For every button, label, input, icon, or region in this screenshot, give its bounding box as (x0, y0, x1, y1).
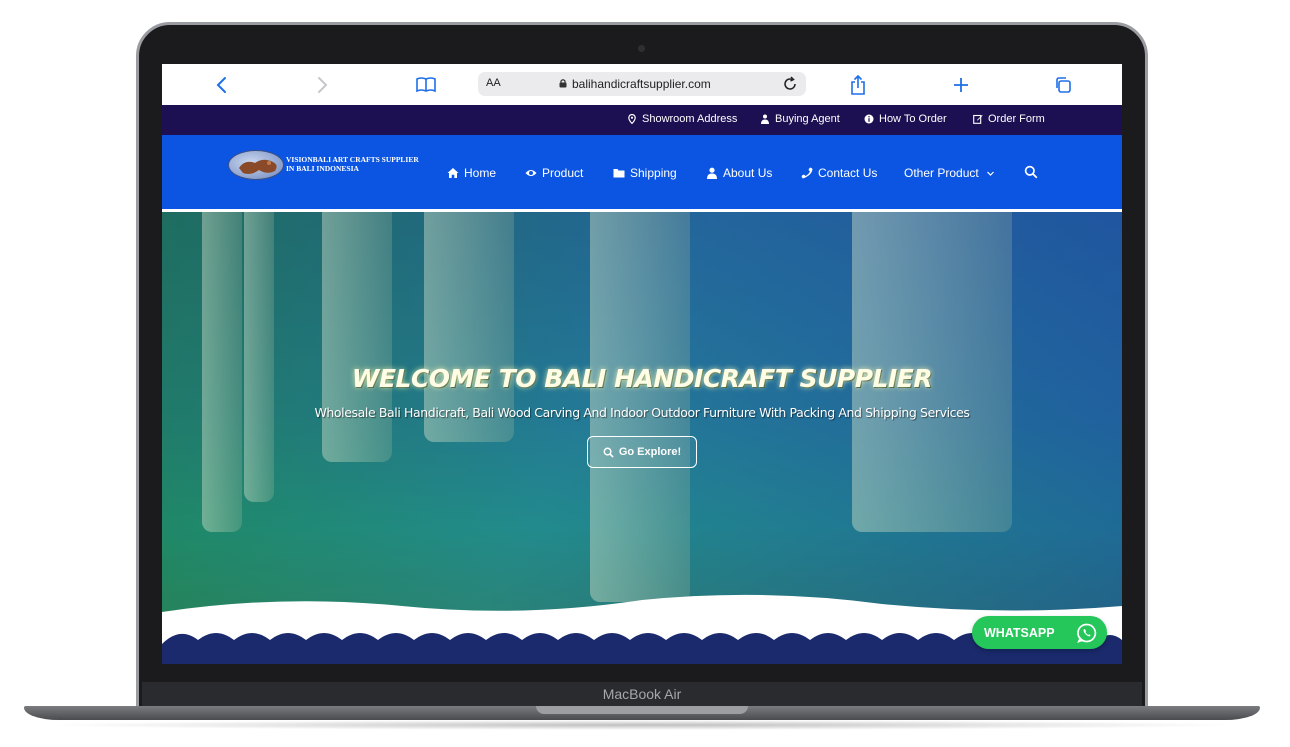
search-icon[interactable] (1024, 165, 1038, 179)
eye-icon (525, 170, 537, 176)
buying-agent-link[interactable]: Buying Agent (760, 113, 840, 125)
nav-item-about-us[interactable]: About Us (706, 166, 772, 180)
reload-icon[interactable] (780, 74, 800, 94)
logo-line-2: IN BALI INDONESIA (286, 164, 359, 173)
chevron-down-icon (986, 171, 994, 176)
nav-contact-us-label: Contact Us (818, 166, 878, 180)
search-icon (603, 447, 614, 458)
screen: AA balihandicraftsupplier.com Showroom A… (162, 64, 1122, 664)
info-icon (864, 114, 874, 124)
hero-banner: WELCOME TO BALI HANDICRAFT SUPPLIER Whol… (162, 212, 1122, 664)
laptop-chin: MacBook Air (142, 682, 1142, 708)
camera-icon (638, 45, 645, 52)
device-label: MacBook Air (602, 686, 682, 702)
site-logo[interactable]: VISIONBALI ART CRAFTS SUPPLIER IN BALI I… (228, 148, 428, 184)
chevron-right-icon (318, 77, 328, 93)
nav-shipping-label: Shipping (630, 166, 677, 180)
showroom-address-link[interactable]: Showroom Address (627, 113, 737, 125)
plus-icon (954, 78, 968, 92)
reader-aa-button[interactable]: AA (486, 77, 501, 89)
top-info-bar: Showroom Address Buying Agent How To Ord… (162, 105, 1122, 135)
new-tab-button[interactable] (948, 72, 974, 98)
main-navigation: VISIONBALI ART CRAFTS SUPPLIER IN BALI I… (162, 135, 1122, 211)
buying-agent-label: Buying Agent (775, 113, 840, 125)
edit-icon (973, 114, 983, 124)
carving-logo-icon (239, 159, 277, 174)
logo-emblem (228, 150, 284, 180)
url-text: balihandicraftsupplier.com (572, 77, 711, 91)
bamboo-torch-image (322, 212, 392, 462)
nav-about-us-label: About Us (723, 166, 773, 180)
map-pin-icon (628, 114, 636, 124)
nav-item-product[interactable]: Product (525, 166, 583, 180)
nav-home-label: Home (464, 166, 497, 180)
laptop-stage: AA balihandicraftsupplier.com Showroom A… (0, 0, 1290, 747)
back-button[interactable] (208, 72, 234, 98)
nav-other-product-label: Other Product (904, 166, 979, 180)
forward-button[interactable] (310, 72, 336, 98)
laptop-notch (536, 706, 748, 714)
nav-item-shipping[interactable]: Shipping (613, 166, 677, 180)
folder-icon (613, 169, 625, 178)
book-icon (416, 77, 436, 93)
order-form-link[interactable]: Order Form (973, 113, 1045, 125)
share-icon (851, 75, 865, 95)
bookmarks-button[interactable] (413, 72, 439, 98)
bamboo-torch-image (244, 212, 274, 502)
nav-product-label: Product (542, 166, 584, 180)
lock-icon (559, 79, 567, 88)
how-to-order-label: How To Order (879, 113, 947, 125)
user-icon (707, 167, 717, 179)
logo-text: VISIONBALI ART CRAFTS SUPPLIER IN BALI I… (286, 155, 436, 173)
go-explore-button[interactable]: Go Explore! (587, 436, 697, 468)
users-icon (761, 114, 769, 124)
laptop-shadow (40, 720, 1244, 730)
nav-item-other-product[interactable]: Other Product (904, 166, 995, 180)
how-to-order-link[interactable]: How To Order (864, 113, 947, 125)
chevron-left-icon (216, 77, 226, 93)
browser-toolbar: AA balihandicraftsupplier.com (162, 64, 1122, 105)
hero-title: WELCOME TO BALI HANDICRAFT SUPPLIER (351, 364, 933, 393)
phone-icon (801, 167, 813, 179)
share-button[interactable] (845, 72, 871, 98)
tabs-icon (1056, 77, 1071, 93)
whatsapp-label: WHATSAPP (984, 625, 1055, 640)
tabs-button[interactable] (1050, 72, 1076, 98)
home-icon (447, 168, 459, 178)
address-bar[interactable]: AA balihandicraftsupplier.com (478, 72, 806, 96)
whatsapp-icon (1077, 623, 1097, 643)
go-explore-label: Go Explore! (618, 446, 682, 458)
hero-subtitle: Wholesale Bali Handicraft, Bali Wood Car… (314, 405, 970, 420)
nav-item-home[interactable]: Home (447, 166, 496, 180)
nav-item-contact-us[interactable]: Contact Us (801, 166, 877, 180)
whatsapp-button[interactable]: WHATSAPP (972, 616, 1107, 649)
showroom-address-label: Showroom Address (642, 113, 738, 125)
logo-line-1: VISIONBALI ART CRAFTS SUPPLIER (286, 155, 419, 164)
order-form-label: Order Form (988, 113, 1045, 125)
